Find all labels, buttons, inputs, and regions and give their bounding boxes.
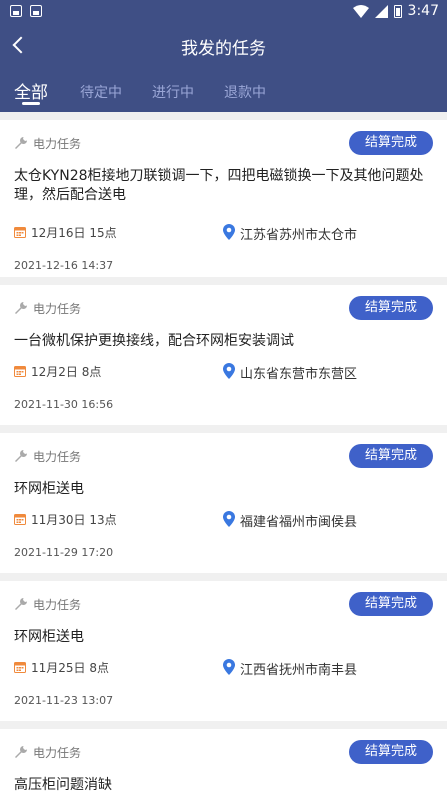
task-title: 太仓KYN28柜接地刀联锁调一下，四把电磁锁换一下及其他问题处理，然后配合送电 (14, 168, 424, 203)
task-date: 12月2日 8点 (31, 365, 102, 379)
task-title: 环网柜送电 (14, 481, 84, 497)
task-location: 江苏省苏州市太仓市 (240, 228, 358, 243)
wifi-icon (352, 4, 369, 18)
task-location: 江西省抚州市南丰县 (240, 663, 358, 678)
clock: 3:47 (407, 3, 439, 19)
wrench-icon (15, 598, 27, 610)
status-badge[interactable]: 结算完成 (349, 592, 433, 616)
task-meta: 12月16日 15点 江苏省苏州市太仓市 (14, 224, 433, 243)
battery-icon (393, 4, 402, 18)
tab-bar: 全部 待定中 进行中 退款中 (0, 74, 447, 112)
task-type: 电力任务 (33, 137, 82, 151)
task-location: 福建省福州市闽侯县 (240, 515, 358, 530)
status-badge[interactable]: 结算完成 (349, 131, 433, 155)
gallery-notification-icon (10, 5, 22, 17)
calendar-icon (14, 514, 26, 525)
tab-all[interactable]: 全部 (14, 78, 48, 103)
location-pin-icon (223, 363, 235, 379)
location-pin-icon (223, 659, 235, 675)
task-meta: 11月30日 13点 福建省福州市闽侯县 (14, 511, 433, 530)
task-meta: 12月2日 8点 山东省东营市东营区 (14, 363, 433, 382)
location-pin-icon (223, 224, 235, 240)
calendar-icon (14, 662, 26, 673)
status-badge[interactable]: 结算完成 (349, 740, 433, 764)
task-card[interactable]: 电力任务 结算完成 太仓KYN28柜接地刀联锁调一下，四把电磁锁换一下及其他问题… (0, 120, 447, 277)
calendar-icon (14, 227, 26, 238)
created-time: 2021-11-29 17:20 (14, 546, 114, 559)
active-tab-indicator (22, 102, 40, 105)
status-badge[interactable]: 结算完成 (349, 296, 433, 320)
task-type: 电力任务 (33, 746, 82, 760)
app-header: 3:47 我发的任务 全部 待定中 进行中 退款中 (0, 0, 447, 112)
wrench-icon (15, 137, 27, 149)
app-notification-icon (30, 5, 42, 17)
page-title: 我发的任务 (181, 39, 266, 59)
created-time: 2021-11-23 13:07 (14, 694, 114, 707)
wrench-icon (15, 746, 27, 758)
created-time: 2021-11-30 16:56 (14, 398, 114, 411)
task-type: 电力任务 (33, 302, 82, 316)
task-title: 高压柜问题消缺 (14, 777, 112, 793)
task-type: 电力任务 (33, 450, 82, 464)
tab-refunding[interactable]: 退款中 (224, 82, 266, 102)
calendar-icon (14, 366, 26, 377)
signal-icon (374, 4, 388, 18)
task-card[interactable]: 电力任务 结算完成 环网柜送电 11月30日 13点 福建省福州市闽侯县 202… (0, 433, 447, 573)
task-list: 电力任务 结算完成 太仓KYN28柜接地刀联锁调一下，四把电磁锁换一下及其他问题… (0, 112, 447, 797)
task-title: 环网柜送电 (14, 629, 84, 645)
wrench-icon (15, 450, 27, 462)
task-card[interactable]: 电力任务 结算完成 高压柜问题消缺 (0, 729, 447, 797)
wrench-icon (15, 302, 27, 314)
task-title: 一台微机保护更换接线，配合环网柜安装调试 (14, 333, 294, 349)
task-date: 11月25日 8点 (31, 661, 109, 675)
tab-pending[interactable]: 待定中 (80, 82, 122, 102)
status-badge[interactable]: 结算完成 (349, 444, 433, 468)
location-pin-icon (223, 511, 235, 527)
task-location: 山东省东营市东营区 (240, 367, 358, 382)
status-bar: 3:47 (0, 0, 447, 24)
task-type: 电力任务 (33, 598, 82, 612)
task-date: 11月30日 13点 (31, 513, 117, 527)
task-date: 12月16日 15点 (31, 226, 117, 240)
tab-in-progress[interactable]: 进行中 (152, 82, 194, 102)
task-card[interactable]: 电力任务 结算完成 一台微机保护更换接线，配合环网柜安装调试 12月2日 8点 … (0, 285, 447, 425)
created-time: 2021-12-16 14:37 (14, 259, 114, 272)
task-card[interactable]: 电力任务 结算完成 环网柜送电 11月25日 8点 江西省抚州市南丰县 2021… (0, 581, 447, 721)
task-meta: 11月25日 8点 江西省抚州市南丰县 (14, 659, 433, 678)
navigation-bar: 我发的任务 (0, 24, 447, 66)
